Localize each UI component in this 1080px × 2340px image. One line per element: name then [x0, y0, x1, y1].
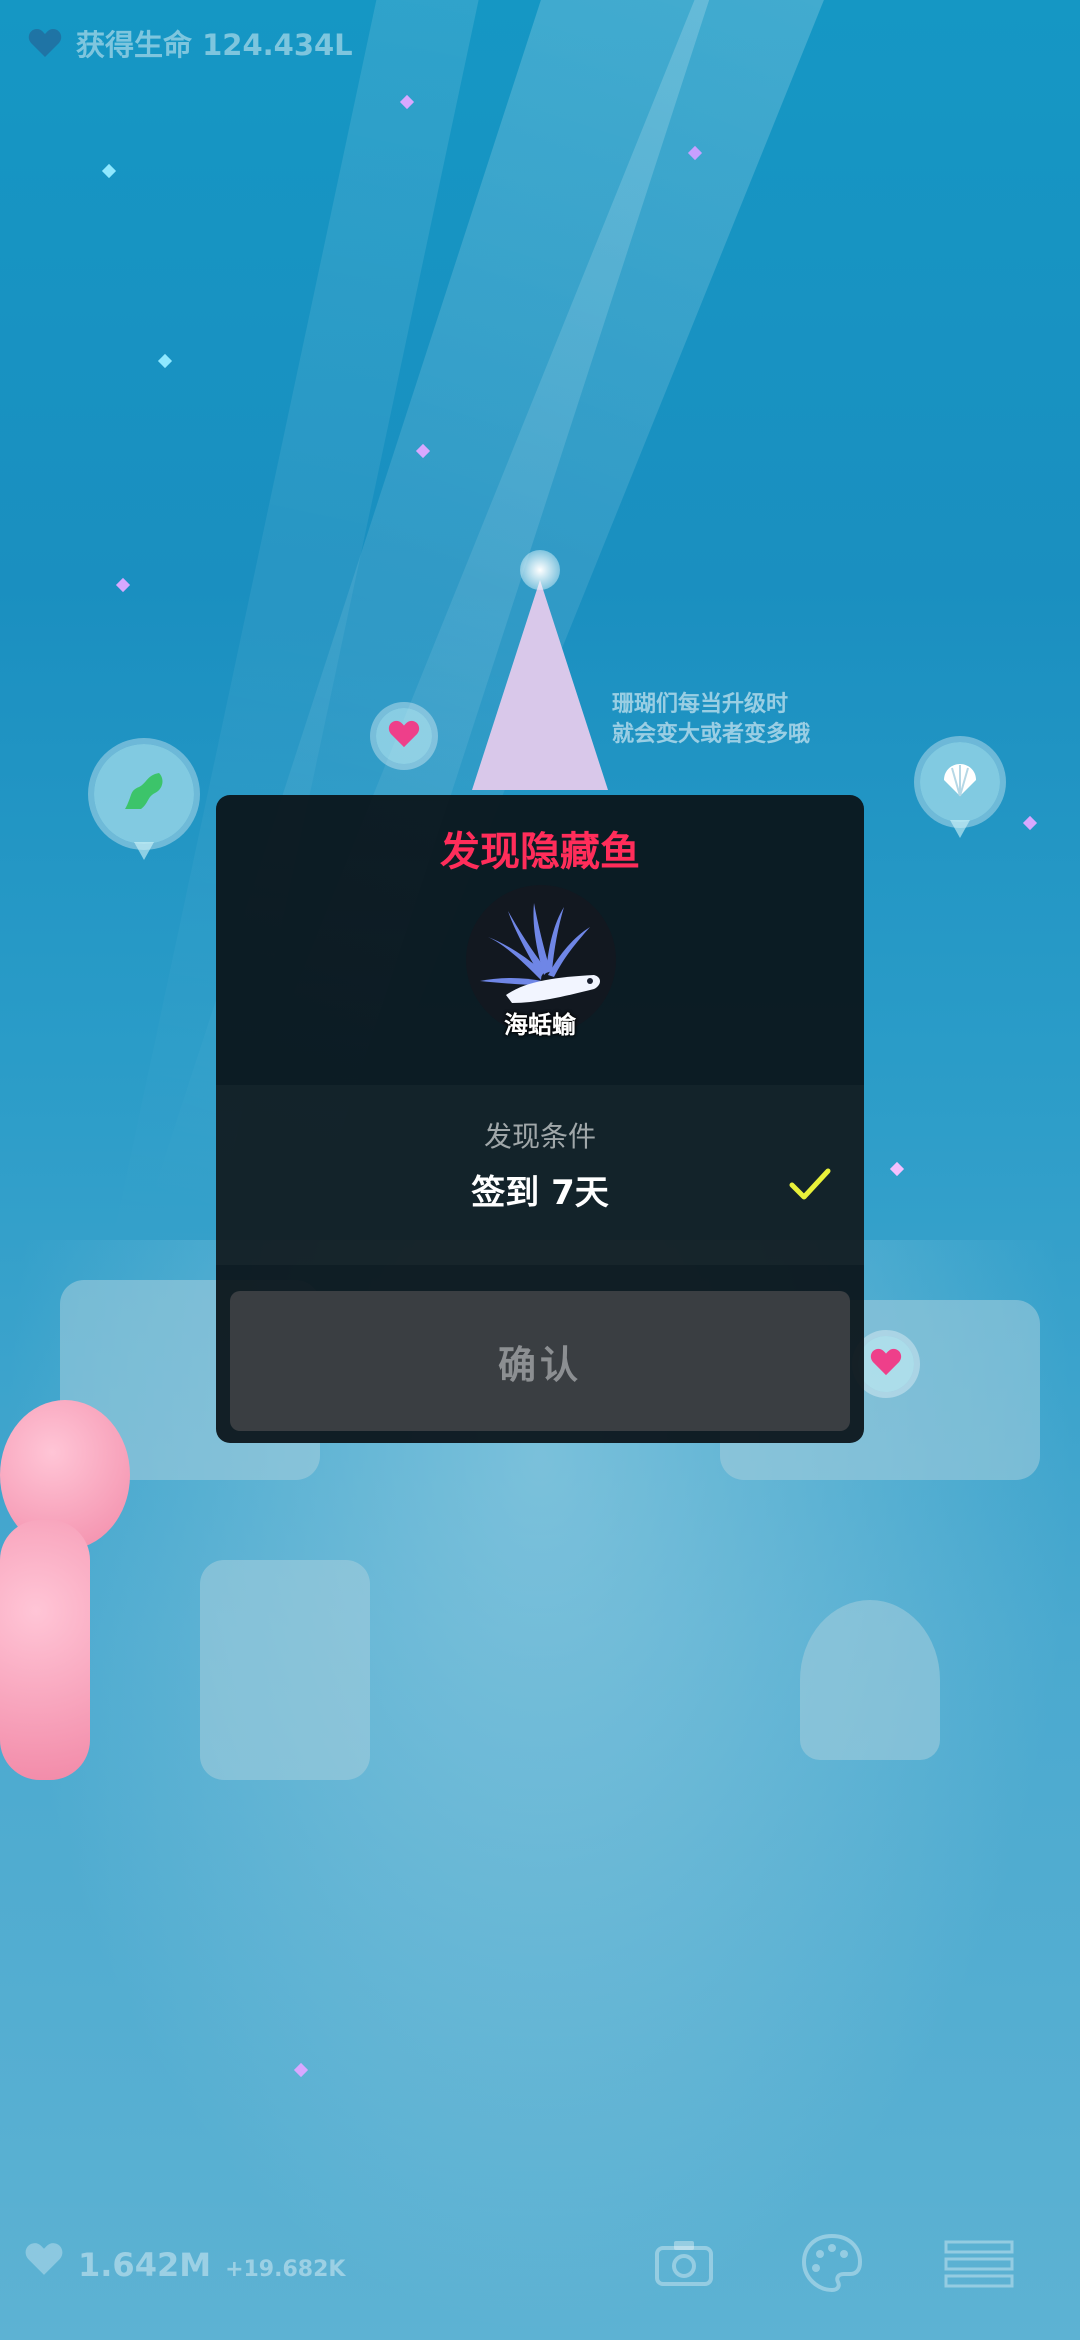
- coral-tree: [472, 580, 608, 790]
- palette-icon[interactable]: [800, 2232, 864, 2298]
- heart-icon: [24, 2242, 64, 2276]
- sparkle: [115, 577, 131, 593]
- heart-icon: [28, 28, 62, 58]
- sparkle: [157, 353, 173, 369]
- reef-rock: [200, 1560, 370, 1780]
- heart-bubble[interactable]: [376, 708, 432, 764]
- condition-label: 发现条件: [483, 1120, 596, 1153]
- sparkle: [1022, 815, 1038, 831]
- checkmark-icon: [788, 1167, 832, 1207]
- confirm-button[interactable]: 确认: [230, 1291, 850, 1431]
- pink-heart-icon: [870, 1348, 902, 1380]
- shell-bubble[interactable]: [920, 742, 1000, 838]
- camera-icon[interactable]: [654, 2238, 714, 2292]
- sparkle: [889, 1161, 905, 1177]
- life-total: 1.642M: [78, 2246, 212, 2284]
- game-screen: 获得生命 124.434L 珊瑚们每当升级时 就会变大或者变多哦 发现隐藏鱼 海…: [0, 0, 1080, 2340]
- reef-rock: [800, 1600, 940, 1760]
- pink-coral: [0, 1520, 90, 1780]
- life-rate: +19.682K: [225, 2257, 346, 2282]
- hidden-fish-dialog: 发现隐藏鱼 海蛞蝓 发现条件 签到 7天 确认: [216, 795, 864, 1443]
- green-coral-icon: [119, 769, 169, 819]
- fish-name: 海蛞蝓: [504, 1011, 576, 1039]
- bottom-bar: 1.642M +19.682K: [0, 2230, 1080, 2310]
- tip-line: 就会变大或者变多哦: [612, 722, 811, 747]
- life-total-display: 1.642M +19.682K: [24, 2242, 345, 2284]
- dialog-title: 发现隐藏鱼: [440, 829, 640, 875]
- coral-upgrade-bubble[interactable]: [94, 744, 194, 860]
- tree-star: [520, 550, 560, 590]
- heart-bubble[interactable]: [858, 1336, 914, 1392]
- life-income-display: 获得生命 124.434L: [28, 22, 353, 64]
- upgrade-tip: 珊瑚们每当升级时 就会变大或者变多哦: [612, 690, 872, 750]
- shell-icon: [940, 762, 980, 802]
- discovery-condition-panel: 发现条件 签到 7天: [216, 1085, 864, 1265]
- sparkle: [101, 163, 117, 179]
- pink-heart-icon: [388, 720, 420, 752]
- tip-line: 珊瑚们每当升级时: [612, 692, 789, 717]
- condition-value: 签到 7天: [471, 1173, 609, 1213]
- life-income-text: 获得生命 124.434L: [76, 28, 353, 62]
- list-icon[interactable]: [944, 2240, 1014, 2292]
